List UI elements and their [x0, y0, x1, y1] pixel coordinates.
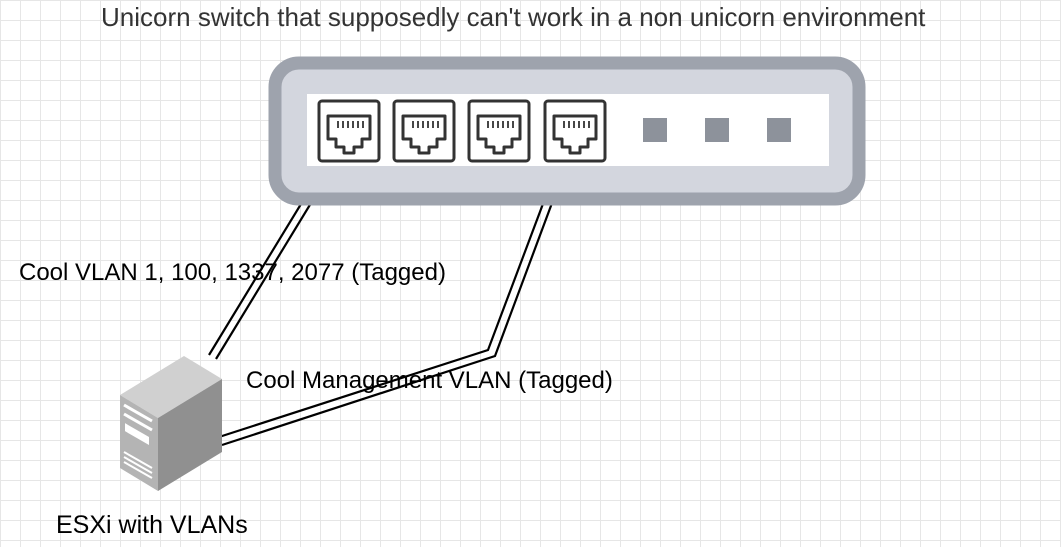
switch-port-2[interactable]: [392, 99, 456, 163]
link-label-management: Cool Management VLAN (Tagged): [246, 367, 613, 394]
switch-device[interactable]: [268, 56, 866, 206]
switch-port-1[interactable]: [317, 99, 381, 163]
link-label-vlan-trunk: Cool VLAN 1, 100, 1337, 2077 (Tagged): [19, 259, 446, 286]
server-label: ESXi with VLANs: [56, 511, 248, 539]
switch-port-3[interactable]: [467, 99, 531, 163]
switch-port-4[interactable]: [543, 99, 607, 163]
sfp-port-3[interactable]: [767, 118, 791, 142]
sfp-port-2[interactable]: [705, 118, 729, 142]
esxi-server[interactable]: [120, 356, 222, 491]
sfp-port-1[interactable]: [643, 118, 667, 142]
